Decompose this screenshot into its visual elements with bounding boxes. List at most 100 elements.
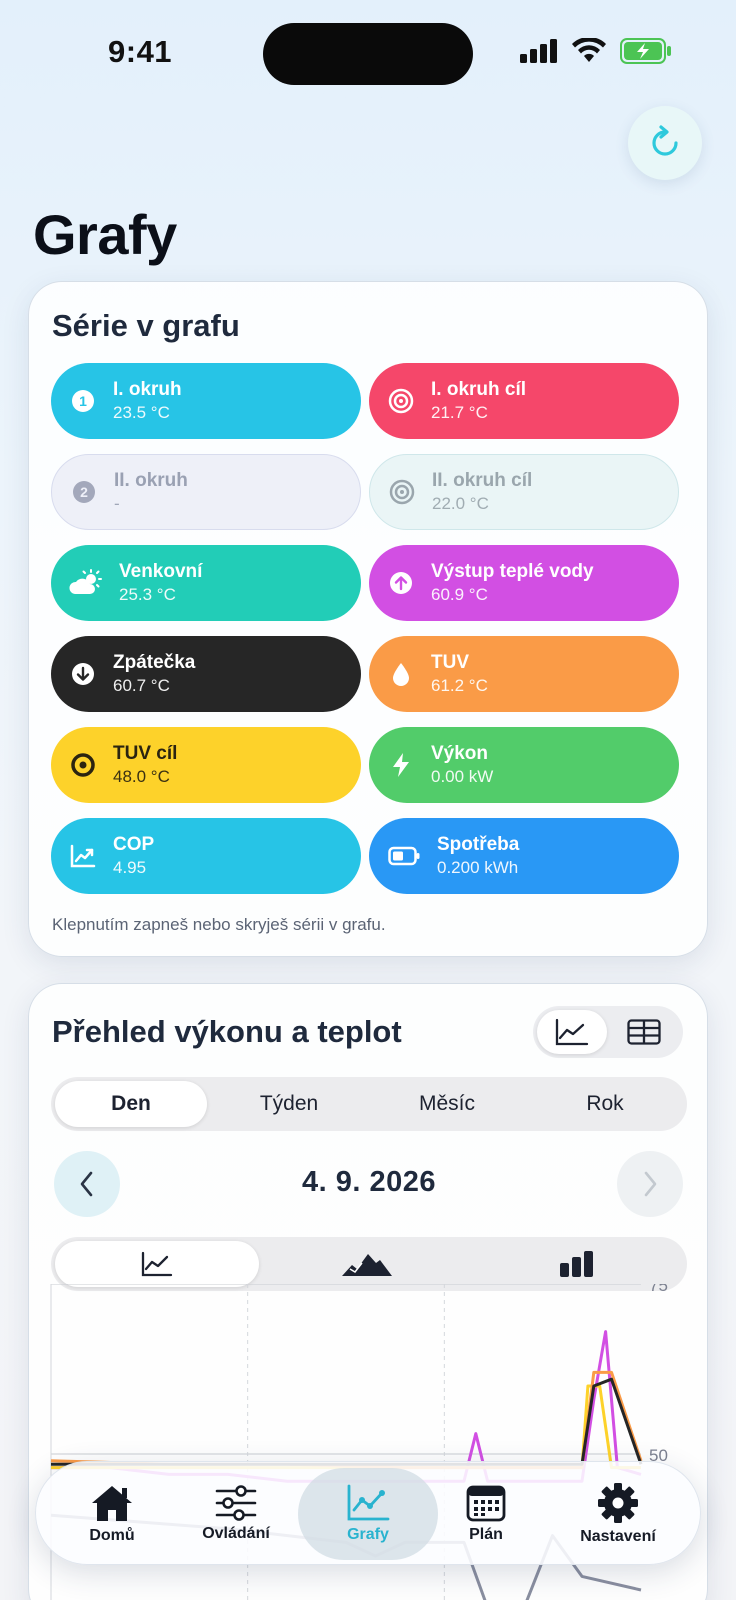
series-line xyxy=(51,1330,642,1483)
series-line xyxy=(50,1370,643,1470)
chip-name: I. okruh cíl xyxy=(431,379,527,401)
series-chip-okruh2-cil[interactable]: II. okruh cíl 22.0 °C xyxy=(369,454,679,530)
next-date-button[interactable] xyxy=(617,1151,683,1217)
chart-type-area[interactable] xyxy=(265,1241,469,1287)
series-chip-okruh1[interactable]: 1 I. okruh 23.5 °C xyxy=(51,363,361,439)
series-chip-tuv[interactable]: TUV 61.2 °C xyxy=(369,636,679,712)
target-icon xyxy=(388,478,416,506)
tab-domu[interactable]: Domů xyxy=(66,1462,158,1566)
area-chart-icon xyxy=(342,1254,392,1276)
series-chip-tuv-cil[interactable]: TUV cíl 48.0 °C xyxy=(51,727,361,803)
chip-value: 25.3 °C xyxy=(119,585,176,605)
view-chart-button[interactable] xyxy=(537,1010,607,1054)
bolt-icon xyxy=(387,751,415,779)
sliders-icon xyxy=(215,1485,257,1521)
chip-name: Výkon xyxy=(431,743,489,765)
table-icon xyxy=(627,1019,661,1045)
chevron-right-icon xyxy=(644,1171,657,1197)
svg-text:1: 1 xyxy=(79,393,87,409)
gear-icon xyxy=(598,1483,638,1523)
tab-nastaveni[interactable]: Nastavení xyxy=(566,1462,670,1566)
chart-card-title: Přehled výkonu a teplot xyxy=(52,1014,402,1049)
chip-value: 48.0 °C xyxy=(113,767,170,787)
chip-value: 0.00 kW xyxy=(431,767,494,787)
date-label: 4. 9. 2026 xyxy=(302,1166,436,1198)
view-table-button[interactable] xyxy=(609,1010,679,1054)
wifi-icon xyxy=(572,38,606,62)
tab-plan[interactable]: Plán xyxy=(441,1462,531,1566)
view-toggle xyxy=(533,1006,683,1058)
line-chart-icon xyxy=(141,1251,173,1277)
period-den[interactable]: Den xyxy=(55,1081,207,1127)
chip-name: COP xyxy=(113,834,155,856)
chart-up-icon xyxy=(69,842,97,870)
series-line xyxy=(51,1377,643,1466)
period-tyden[interactable]: Týden xyxy=(213,1081,365,1127)
chip-value: - xyxy=(114,494,120,514)
home-icon xyxy=(92,1486,132,1521)
chip-name: Výstup teplé vody xyxy=(431,561,594,583)
series-chip-okruh2[interactable]: 2 II. okruh - xyxy=(51,454,361,530)
status-bar: 9:41 xyxy=(0,0,736,100)
tab-label: Ovládání xyxy=(202,1525,270,1542)
series-chip-vystup-teple-vody[interactable]: Výstup teplé vody 60.9 °C xyxy=(369,545,679,621)
chip-name: Spotřeba xyxy=(437,834,520,856)
status-icons xyxy=(520,38,672,64)
arrow-down-circle-icon xyxy=(69,660,97,688)
chip-value: 22.0 °C xyxy=(432,494,489,514)
chip-value: 60.7 °C xyxy=(113,676,170,696)
page-title: Grafy xyxy=(33,203,177,266)
tab-label: Plán xyxy=(469,1526,503,1543)
series-chip-zpatecka[interactable]: Zpátečka 60.7 °C xyxy=(51,636,361,712)
refresh-icon xyxy=(652,125,678,156)
chart-type-selector xyxy=(51,1237,687,1291)
series-card-title: Série v grafu xyxy=(52,308,240,343)
series-chip-vykon[interactable]: Výkon 0.00 kW xyxy=(369,727,679,803)
status-time: 9:41 xyxy=(108,34,173,69)
tab-ovladani[interactable]: Ovládání xyxy=(186,1462,286,1566)
battery-icon xyxy=(387,842,421,870)
chip-value: 21.7 °C xyxy=(431,403,488,423)
series-line xyxy=(51,1384,641,1470)
chip-name: II. okruh cíl xyxy=(432,470,533,492)
period-rok[interactable]: Rok xyxy=(529,1081,681,1127)
chart-type-bar[interactable] xyxy=(475,1241,679,1287)
drop-icon xyxy=(387,660,415,688)
tab-label: Nastavení xyxy=(580,1528,656,1545)
target-dot-icon xyxy=(69,751,97,779)
series-card: Série v grafu 1 I. okruh 23.5 °C I. okruh… xyxy=(28,281,708,957)
circle-one-icon: 1 xyxy=(69,387,97,415)
bar-chart-icon xyxy=(560,1251,593,1277)
tab-grafy[interactable]: Grafy xyxy=(318,1462,418,1566)
target-icon xyxy=(387,387,415,415)
chip-name: Zpátečka xyxy=(113,652,196,674)
series-chip-venkovni[interactable]: Venkovní 25.3 °C xyxy=(51,545,361,621)
chart-type-line[interactable] xyxy=(55,1241,259,1287)
tab-label: Grafy xyxy=(347,1526,389,1543)
series-chip-spotreba[interactable]: Spotřeba 0.200 kWh xyxy=(369,818,679,894)
series-hint: Klepnutím zapneš nebo skryješ sérii v gr… xyxy=(52,915,386,934)
series-chip-okruh1-cil[interactable]: I. okruh cíl 21.7 °C xyxy=(369,363,679,439)
chart-icon xyxy=(347,1484,390,1521)
dynamic-island xyxy=(263,23,473,85)
refresh-button[interactable] xyxy=(628,106,702,180)
chip-value: 61.2 °C xyxy=(431,676,488,696)
chip-value: 60.9 °C xyxy=(431,585,488,605)
chip-name: II. okruh xyxy=(114,470,188,492)
cellular-signal-icon xyxy=(520,39,557,63)
chip-name: TUV cíl xyxy=(113,743,178,765)
chip-name: TUV xyxy=(431,652,469,674)
cloud-sun-icon xyxy=(69,569,103,597)
arrow-up-circle-icon xyxy=(387,569,415,597)
battery-charging-icon xyxy=(620,38,671,64)
tab-label: Domů xyxy=(89,1527,135,1544)
y-tick-label: 75 xyxy=(649,1284,668,1295)
period-mesic[interactable]: Měsíc xyxy=(371,1081,523,1127)
series-chip-cop[interactable]: COP 4.95 xyxy=(51,818,361,894)
chip-value: 0.200 kWh xyxy=(437,858,519,878)
line-chart-icon xyxy=(555,1018,589,1046)
svg-text:2: 2 xyxy=(80,484,88,500)
chip-name: Venkovní xyxy=(119,561,203,583)
chip-value: 23.5 °C xyxy=(113,403,170,423)
circle-two-icon: 2 xyxy=(70,478,98,506)
